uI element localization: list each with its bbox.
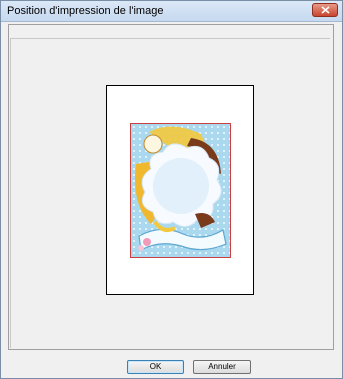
title-bar: Position d'impression de l'image [1, 1, 342, 22]
dialog-title: Position d'impression de l'image [7, 5, 164, 17]
image-placement[interactable] [130, 123, 231, 258]
ok-button[interactable]: OK [127, 360, 184, 374]
panel-inner-edge-top [10, 38, 330, 39]
close-button[interactable] [312, 3, 338, 17]
panel-inner-edge-left [10, 38, 11, 348]
close-icon [321, 6, 330, 14]
cancel-button[interactable]: Annuler [193, 360, 251, 374]
artwork-image [131, 124, 230, 257]
